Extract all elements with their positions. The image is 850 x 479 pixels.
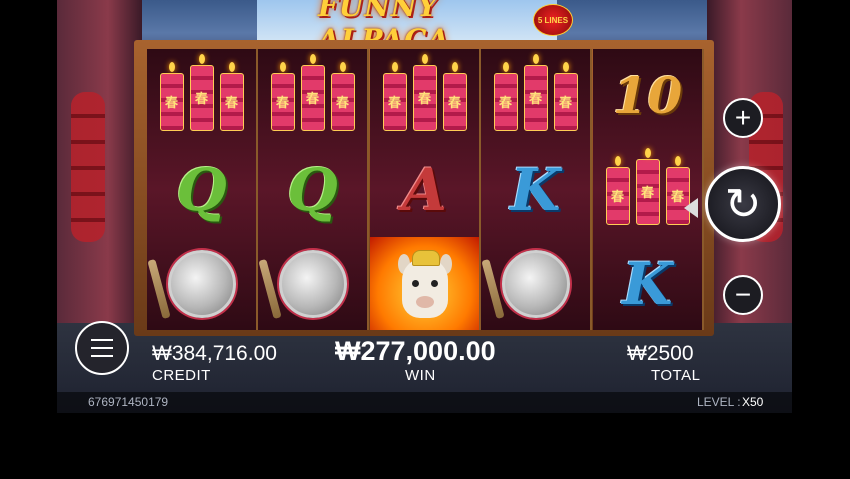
spin-button[interactable]: ↻ bbox=[705, 166, 781, 242]
firecracker-stick: 春 bbox=[412, 53, 437, 131]
alpaca-wild-symbol bbox=[390, 244, 460, 324]
reel-cell bbox=[481, 237, 590, 330]
firecracker-stick: 春 bbox=[270, 61, 295, 131]
reel-cell: Q bbox=[147, 143, 256, 236]
symbol-q: Q bbox=[176, 155, 227, 224]
reel-3: 春春春A bbox=[370, 49, 481, 330]
firecracker-stick: 春 bbox=[219, 61, 244, 131]
lantern-left bbox=[71, 92, 105, 242]
hamburger-menu-icon bbox=[91, 339, 113, 357]
firecracker-stick: 春 bbox=[382, 61, 407, 131]
reel-cell: 春春春 bbox=[258, 49, 367, 142]
firecracker-stick: 春 bbox=[493, 61, 518, 131]
level-label: LEVEL : bbox=[697, 395, 741, 409]
menu-button[interactable] bbox=[75, 321, 129, 375]
reel-cell bbox=[370, 237, 479, 330]
reel-2: 春春春Q bbox=[258, 49, 369, 330]
gong-symbol bbox=[278, 249, 347, 318]
gong-symbol bbox=[501, 249, 570, 318]
reel-cell bbox=[258, 237, 367, 330]
win-value: ₩277,000.00 bbox=[335, 336, 496, 366]
firecracker-symbol: 春春春 bbox=[382, 53, 467, 131]
total-bet-value: ₩2500 bbox=[627, 342, 694, 365]
refresh-icon: ↻ bbox=[724, 179, 762, 229]
symbol-10: 10 bbox=[612, 66, 683, 125]
gong-symbol bbox=[167, 249, 236, 318]
total-bet-label: TOTAL bbox=[651, 367, 701, 384]
reel-cell: K bbox=[593, 237, 702, 330]
reel-cell bbox=[147, 237, 256, 330]
symbol-q: Q bbox=[287, 155, 338, 224]
level-value: X50 bbox=[742, 395, 764, 409]
symbol-k: K bbox=[510, 155, 561, 224]
symbol-a: A bbox=[401, 155, 447, 224]
firecracker-stick: 春 bbox=[635, 147, 660, 225]
reel-5: 10 春春春 K bbox=[593, 49, 704, 330]
reel-cell: 春春春 bbox=[481, 49, 590, 142]
reel-cell: A bbox=[370, 143, 479, 236]
firecracker-symbol: 春春春 bbox=[159, 53, 244, 131]
win-label: WIN bbox=[405, 367, 436, 384]
firecracker-symbol: 春春春 bbox=[605, 147, 690, 225]
firecracker-stick: 春 bbox=[523, 53, 548, 131]
firecracker-stick: 春 bbox=[300, 53, 325, 131]
lines-badge: 5 LINES bbox=[533, 4, 573, 36]
firecracker-stick: 春 bbox=[442, 61, 467, 131]
credit-value: ₩384,716.00 bbox=[152, 342, 277, 365]
decrease-bet-button[interactable]: − bbox=[723, 275, 763, 315]
minus-icon: − bbox=[734, 279, 752, 310]
firecracker-stick: 春 bbox=[159, 61, 184, 131]
reel-1: 春春春Q bbox=[147, 49, 258, 330]
round-id: 676971450179 bbox=[88, 395, 169, 409]
reel-cell: Q bbox=[258, 143, 367, 236]
reel-cell: 春春春 bbox=[593, 143, 702, 236]
firecracker-symbol: 春春春 bbox=[270, 53, 355, 131]
firecracker-stick: 春 bbox=[189, 53, 214, 131]
reel-cell: 春春春 bbox=[370, 49, 479, 142]
spin-pointer-icon bbox=[684, 198, 698, 218]
firecracker-stick: 春 bbox=[330, 61, 355, 131]
firecracker-stick: 春 bbox=[605, 155, 630, 225]
game-logo: FUNNY ALPACA bbox=[318, 0, 449, 56]
reel-4: 春春春K bbox=[481, 49, 592, 330]
firecracker-symbol: 春春春 bbox=[493, 53, 578, 131]
plus-icon: + bbox=[734, 102, 752, 133]
reel-cell: K bbox=[481, 143, 590, 236]
credit-label: CREDIT bbox=[152, 367, 211, 384]
reel-cell: 春春春 bbox=[147, 49, 256, 142]
increase-bet-button[interactable]: + bbox=[723, 98, 763, 138]
firecracker-stick: 春 bbox=[553, 61, 578, 131]
reel-cell: 10 bbox=[593, 49, 702, 142]
symbol-k: K bbox=[622, 249, 673, 318]
